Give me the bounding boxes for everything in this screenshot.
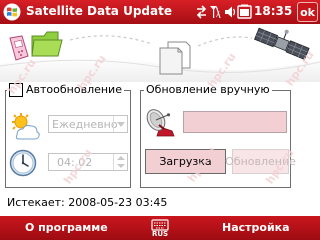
manual-source-input[interactable] <box>183 111 287 133</box>
keyboard-input-button[interactable]: RUS <box>148 217 172 239</box>
windows-flag-icon[interactable] <box>3 3 21 21</box>
clock-icon <box>9 149 37 177</box>
spin-up-icon[interactable] <box>117 156 125 160</box>
satellite-dish-icon <box>146 109 175 137</box>
title-bar: Satellite Data Update 18:35 ok <box>0 0 320 24</box>
time-value: 04: 02 <box>57 155 93 169</box>
signal-icon <box>210 6 221 19</box>
header-illustration <box>0 24 320 82</box>
expiration-text: Истекает: 2008-05-23 03:45 <box>7 196 168 209</box>
time-spinner[interactable] <box>113 154 127 170</box>
input-language-indicator: RUS <box>151 230 169 238</box>
auto-update-group: Автообновление Ежедневно 04: 02 <box>5 83 131 188</box>
update-button[interactable]: Обновление <box>225 149 296 174</box>
clock-time[interactable]: 18:35 <box>254 4 292 18</box>
frequency-value: Ежедневно <box>52 117 118 131</box>
about-soft-key[interactable]: О программе <box>25 221 108 234</box>
weather-sun-cloud-icon <box>12 113 40 140</box>
spin-down-icon[interactable] <box>117 164 125 168</box>
chevron-down-icon[interactable] <box>113 116 127 132</box>
manual-update-legend: Обновление вручную <box>144 83 272 97</box>
download-button[interactable]: Загрузка <box>145 149 226 174</box>
folder-icon <box>31 31 63 57</box>
settings-soft-key[interactable]: Настройка <box>222 221 290 234</box>
auto-update-checkbox[interactable] <box>9 83 23 97</box>
battery-icon <box>237 4 252 19</box>
connectivity-icon <box>196 5 207 19</box>
soft-key-bar: О программе RUS Настройка <box>0 216 320 240</box>
auto-update-label[interactable]: Автообновление <box>26 83 122 97</box>
auto-update-legend[interactable]: Автообновление <box>7 83 124 97</box>
manual-update-group: Обновление вручную Загрузка Обновление <box>140 83 296 188</box>
window-title: Satellite Data Update <box>26 4 172 18</box>
ok-button[interactable]: ok <box>297 2 318 22</box>
time-input[interactable]: 04: 02 <box>48 153 128 171</box>
volume-icon <box>225 6 236 18</box>
frequency-select[interactable]: Ежедневно <box>48 115 128 133</box>
